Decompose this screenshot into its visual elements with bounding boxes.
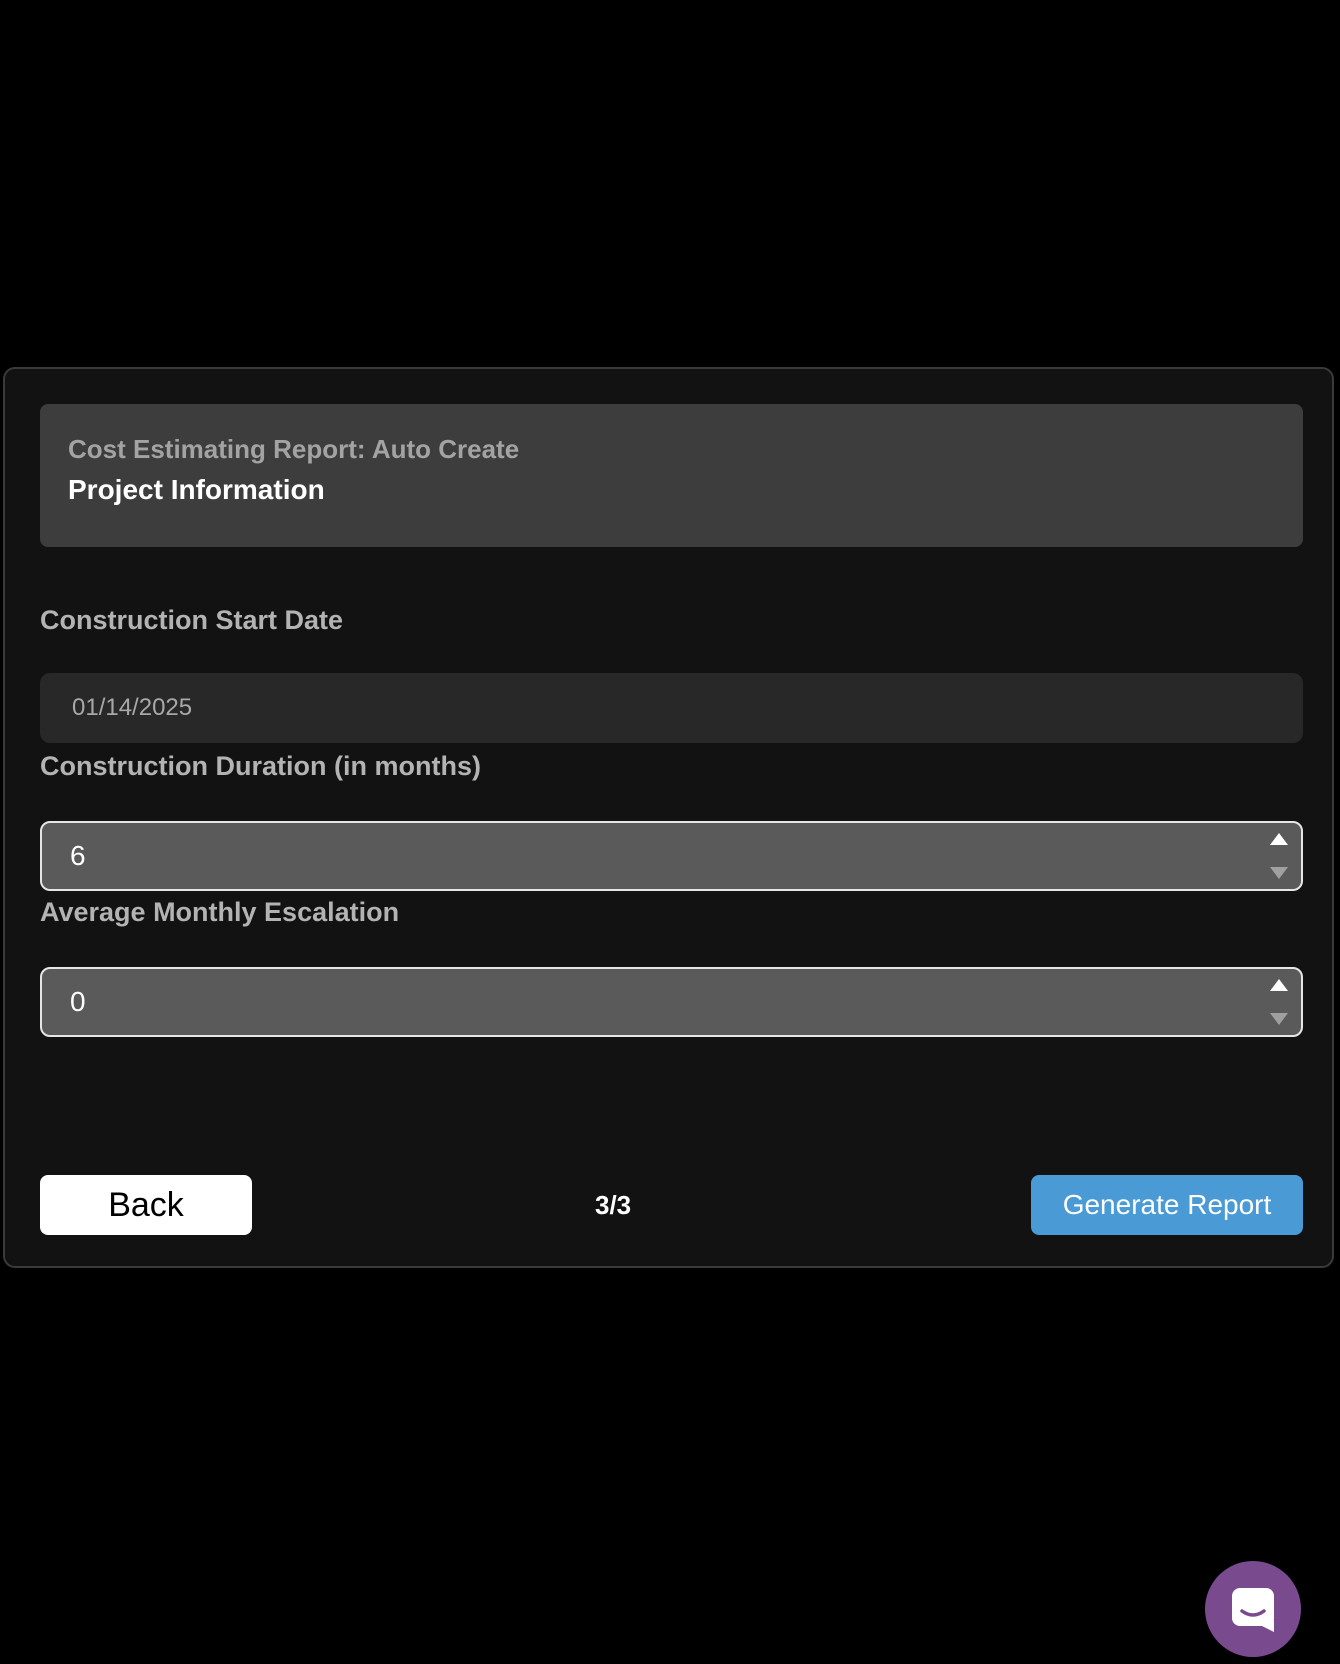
arrow-down-icon[interactable] [1270,1013,1288,1025]
back-button[interactable]: Back [40,1175,252,1235]
duration-label: Construction Duration (in months) [40,751,481,781]
chat-launcher-button[interactable] [1205,1561,1301,1657]
arrow-down-icon[interactable] [1270,867,1288,879]
duration-stepper[interactable] [1269,833,1289,879]
wizard-subtitle: Cost Estimating Report: Auto Create [68,434,520,464]
arrow-up-icon[interactable] [1270,833,1288,845]
page-indicator: 3/3 [595,1190,632,1220]
escalation-stepper[interactable] [1269,979,1289,1025]
arrow-up-icon[interactable] [1270,979,1288,991]
report-wizard-modal: Cost Estimating Report: Auto Create Proj… [3,367,1334,1268]
duration-value: 6 [70,840,86,871]
start-date-label: Construction Start Date [40,605,344,635]
wizard-header: Cost Estimating Report: Auto Create Proj… [40,404,1303,547]
escalation-value: 0 [70,986,86,1017]
escalation-input[interactable]: 0 [40,967,1303,1037]
wizard-title: Project Information [68,474,325,505]
start-date-input[interactable]: 01/14/2025 [40,673,1303,743]
generate-report-button[interactable]: Generate Report [1031,1175,1303,1235]
duration-input[interactable]: 6 [40,821,1303,891]
escalation-label: Average Monthly Escalation [40,897,400,927]
chat-bubble-icon [1232,1588,1274,1632]
